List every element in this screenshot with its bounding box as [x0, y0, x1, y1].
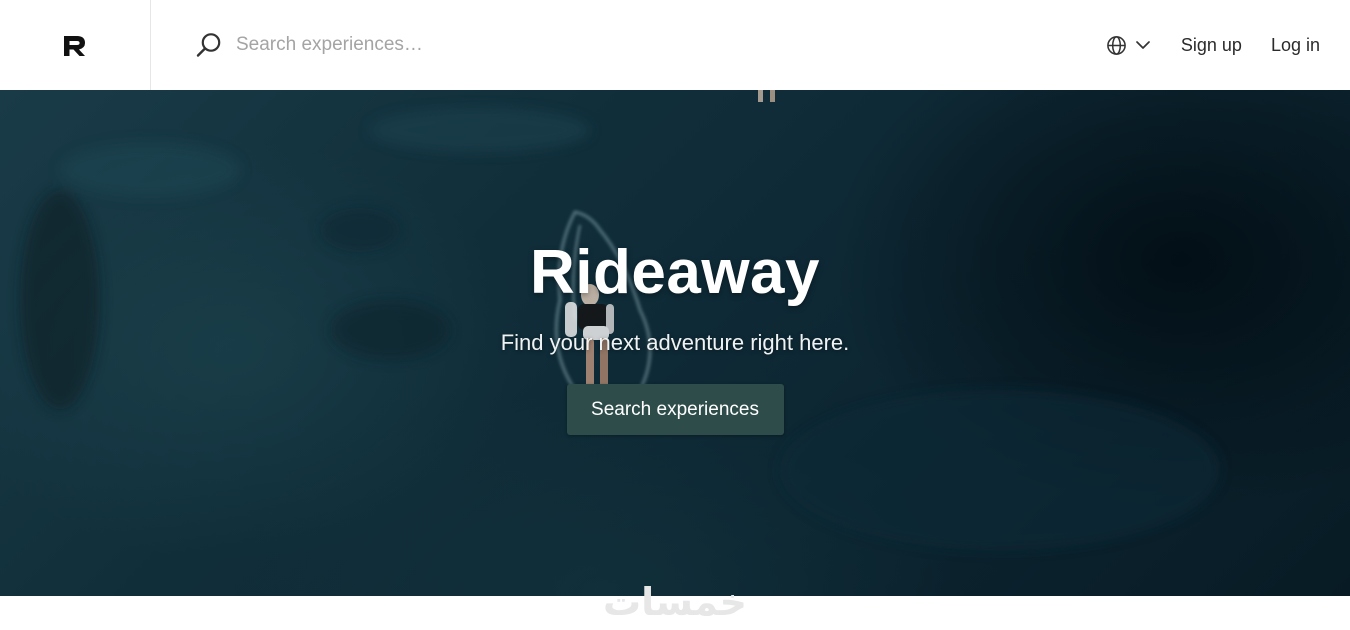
- hero-banner: Rideaway Find your next adventure right …: [0, 90, 1350, 596]
- search-icon: [196, 33, 221, 57]
- log-in-link[interactable]: Log in: [1271, 35, 1320, 56]
- account-navigation: Sign up Log in: [1106, 0, 1350, 90]
- rideaway-logo-icon: [64, 36, 85, 56]
- search-input[interactable]: [236, 34, 656, 56]
- watermark-text: خمسات: [603, 580, 747, 624]
- language-selector[interactable]: [1106, 35, 1151, 56]
- sign-up-link[interactable]: Sign up: [1181, 35, 1242, 56]
- globe-icon: [1107, 35, 1126, 55]
- watermark: خمسات: [0, 583, 1350, 630]
- hero-content: Rideaway Find your next adventure right …: [0, 90, 1350, 596]
- hero-title: Rideaway: [529, 238, 821, 307]
- search-bar[interactable]: [195, 0, 1106, 90]
- logo-link[interactable]: [0, 0, 151, 90]
- hero-subtitle: Find your next adventure right here.: [500, 330, 850, 355]
- top-navigation-bar: Sign up Log in: [0, 0, 1350, 90]
- search-experiences-button[interactable]: Search experiences: [566, 384, 784, 435]
- chevron-down-icon: [1136, 41, 1150, 49]
